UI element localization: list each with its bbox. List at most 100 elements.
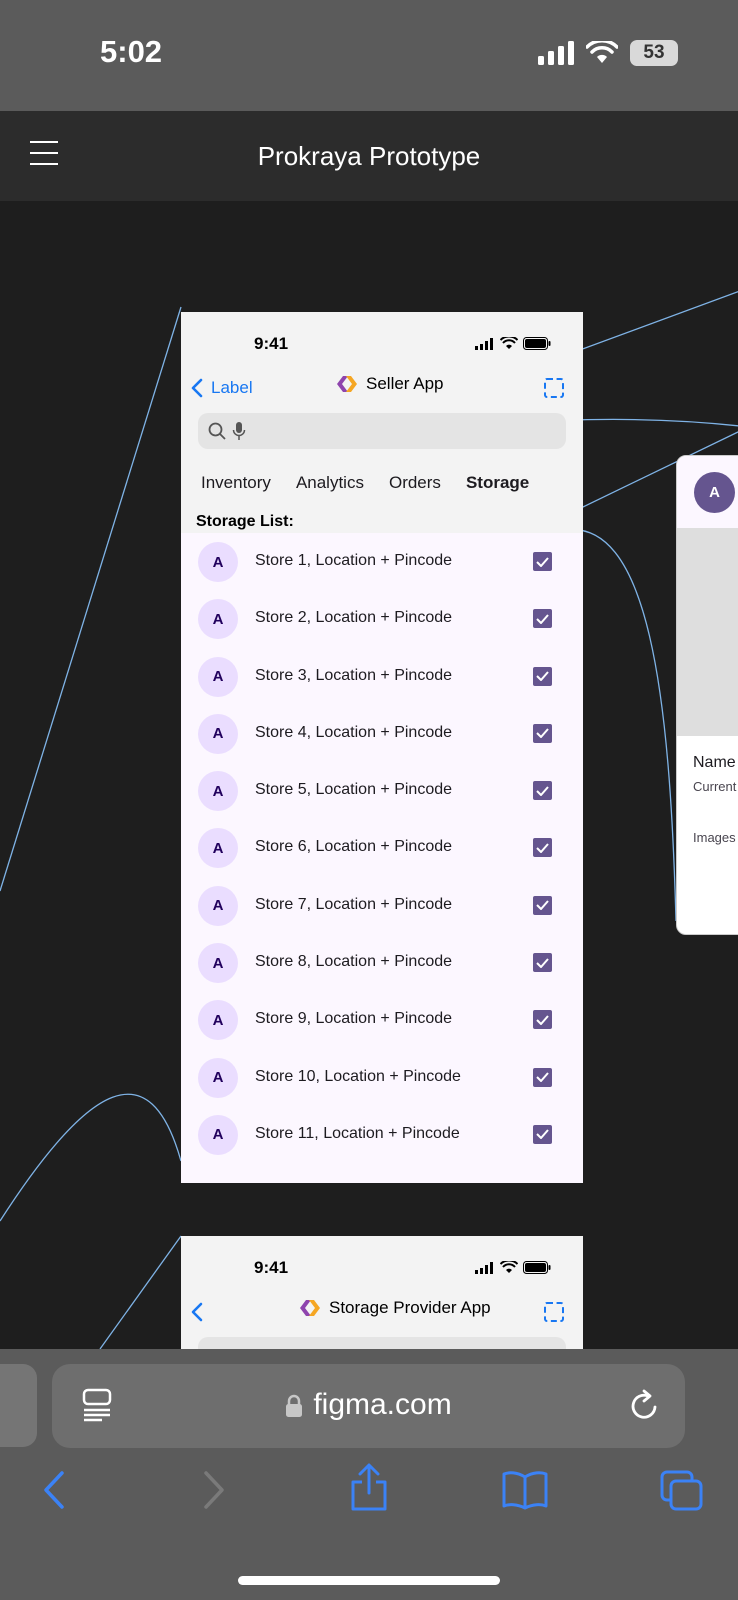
app-title: Storage Provider App bbox=[299, 1298, 491, 1318]
list-item[interactable]: A Store 2, Location + Pincode bbox=[181, 590, 583, 647]
tabs-icon[interactable] bbox=[660, 1470, 704, 1512]
address-bar[interactable]: figma.com bbox=[52, 1364, 685, 1448]
avatar: A bbox=[198, 943, 238, 984]
share-icon[interactable] bbox=[349, 1463, 389, 1511]
url-display: figma.com bbox=[52, 1388, 685, 1422]
forward-arrow-icon[interactable] bbox=[202, 1470, 226, 1510]
list-item[interactable]: A Store 6, Location + Pincode bbox=[181, 819, 583, 876]
prototype-title: Prokraya Prototype bbox=[257, 141, 481, 171]
battery-icon: 53 bbox=[630, 40, 678, 66]
tab-storage[interactable]: Storage bbox=[466, 473, 529, 493]
select-icon[interactable] bbox=[544, 378, 564, 398]
battery-icon bbox=[523, 337, 551, 350]
card-current-label: Current bbox=[693, 779, 737, 794]
url-text: figma.com bbox=[313, 1388, 452, 1421]
store-name: Store 4, Location + Pincode bbox=[255, 723, 453, 741]
list-item[interactable]: A Store 4, Location + Pincode bbox=[181, 705, 583, 762]
store-name: Store 3, Location + Pincode bbox=[255, 666, 453, 684]
phone-status-icons bbox=[475, 1261, 551, 1274]
checkmark-icon bbox=[536, 957, 549, 968]
avatar: A bbox=[198, 599, 238, 640]
checkbox[interactable] bbox=[533, 666, 552, 686]
app-logo-icon bbox=[337, 376, 357, 392]
avatar: A bbox=[198, 828, 238, 869]
avatar: A bbox=[198, 713, 238, 754]
store-name: Store 6, Location + Pincode bbox=[255, 838, 453, 856]
status-icons: 53 bbox=[538, 40, 678, 66]
checkmark-icon bbox=[536, 900, 549, 911]
back-button[interactable] bbox=[191, 1302, 203, 1322]
search-input[interactable] bbox=[198, 1337, 566, 1349]
checkmark-icon bbox=[536, 728, 549, 739]
list-item[interactable]: A Store 10, Location + Pincode bbox=[181, 1049, 583, 1106]
image-placeholder bbox=[677, 528, 738, 736]
checkmark-icon bbox=[536, 614, 549, 624]
checkbox[interactable] bbox=[533, 1124, 552, 1144]
checkbox[interactable] bbox=[533, 1067, 552, 1087]
list-item[interactable]: A Store 7, Location + Pincode bbox=[181, 877, 583, 934]
back-button[interactable]: Label bbox=[191, 378, 253, 398]
list-item[interactable]: A Store 3, Location + Pincode bbox=[181, 648, 583, 705]
checkbox[interactable] bbox=[533, 895, 552, 915]
bookmarks-icon[interactable] bbox=[502, 1470, 548, 1510]
checkbox[interactable] bbox=[533, 1010, 552, 1030]
store-list: A Store 1, Location + Pincode A Store 2, L… bbox=[181, 533, 583, 1163]
checkbox[interactable] bbox=[533, 552, 552, 571]
search-icon bbox=[208, 422, 226, 440]
app-title: Seller App bbox=[336, 374, 444, 394]
chevron-left-icon bbox=[191, 1302, 203, 1322]
checkmark-icon bbox=[536, 671, 549, 682]
store-name: Store 8, Location + Pincode bbox=[255, 953, 453, 971]
store-name: Store 2, Location + Pincode bbox=[255, 609, 453, 627]
status-time: 5:02 bbox=[100, 34, 163, 69]
back-arrow-icon[interactable] bbox=[42, 1470, 66, 1510]
microphone-icon[interactable] bbox=[232, 421, 246, 441]
ios-status-bar: 5:02 53 bbox=[0, 0, 738, 111]
checkmark-icon bbox=[536, 1072, 549, 1083]
prototype-canvas[interactable]: 9:41 Label Seller App Inventory Analytic… bbox=[0, 201, 738, 1349]
app-logo-icon bbox=[300, 1300, 320, 1316]
checkmark-icon bbox=[536, 843, 549, 853]
home-indicator bbox=[238, 1576, 500, 1585]
phone-time: 9:41 bbox=[254, 1258, 289, 1277]
store-name: Store 1, Location + Pincode bbox=[255, 552, 453, 569]
list-item[interactable]: A Store 1, Location + Pincode bbox=[181, 533, 583, 590]
wifi-icon bbox=[500, 337, 518, 349]
reload-icon[interactable] bbox=[629, 1388, 661, 1422]
tab-analytics[interactable]: Analytics bbox=[296, 473, 364, 493]
checkmark-icon bbox=[536, 786, 549, 796]
wifi-icon bbox=[500, 1261, 518, 1273]
card-images-label: Images bbox=[693, 830, 736, 845]
seller-app-frame[interactable]: 9:41 Label Seller App Inventory Analytic… bbox=[181, 312, 583, 1183]
list-item[interactable]: A Store 11, Location + Pincode bbox=[181, 1106, 583, 1163]
app-title-text: Storage Provider App bbox=[329, 1298, 491, 1317]
checkbox[interactable] bbox=[533, 723, 552, 743]
select-icon[interactable] bbox=[544, 1302, 564, 1322]
list-item[interactable]: A Store 5, Location + Pincode bbox=[181, 762, 583, 819]
checkmark-icon bbox=[536, 1129, 549, 1140]
app-title-text: Seller App bbox=[366, 374, 444, 393]
search-input[interactable] bbox=[198, 413, 566, 449]
battery-icon bbox=[523, 1261, 551, 1274]
list-item[interactable]: A Store 9, Location + Pincode bbox=[181, 991, 583, 1048]
detail-card-frame[interactable]: A Name Current Images bbox=[676, 455, 738, 935]
lock-icon bbox=[286, 1394, 303, 1418]
avatar: A bbox=[198, 771, 238, 812]
card-name-label: Name bbox=[693, 754, 736, 771]
checkbox[interactable] bbox=[533, 609, 552, 629]
checkbox[interactable] bbox=[533, 953, 552, 973]
storage-provider-app-frame[interactable]: 9:41 Storage Provider App bbox=[181, 1236, 583, 1349]
checkbox[interactable] bbox=[533, 781, 552, 801]
storage-list-heading: Storage List: bbox=[196, 513, 294, 530]
tab-orders[interactable]: Orders bbox=[389, 473, 441, 493]
cellular-signal-icon bbox=[538, 41, 574, 65]
list-item[interactable]: A Store 8, Location + Pincode bbox=[181, 934, 583, 991]
checkmark-icon bbox=[536, 556, 549, 567]
tab-inventory[interactable]: Inventory bbox=[201, 473, 271, 493]
avatar: A bbox=[198, 656, 238, 697]
avatar: A bbox=[198, 1000, 238, 1041]
wifi-icon bbox=[586, 41, 618, 63]
checkbox[interactable] bbox=[533, 838, 552, 858]
previous-tab-preview[interactable] bbox=[0, 1364, 37, 1447]
tab-bar: Inventory Analytics Orders Storage bbox=[201, 473, 529, 493]
